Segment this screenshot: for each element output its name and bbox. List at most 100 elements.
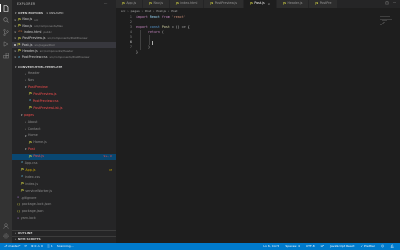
- file-item[interactable]: # index.css: [12, 175, 116, 181]
- editor-tab[interactable]: JS Post.js ×: [244, 0, 278, 8]
- file-item[interactable]: JS PostPreviewList.js: [12, 106, 116, 112]
- file-name: PostPreview.css: [32, 98, 59, 103]
- project-header[interactable]: ▾ CONVERT-HTML-TEMPLATE: [12, 65, 116, 70]
- close-icon[interactable]: ×: [268, 2, 271, 6]
- line-number: 2: [129, 20, 132, 24]
- npm-scripts-header[interactable]: › NPM SCRIPTS: [12, 236, 116, 241]
- more-actions-icon[interactable]: ···: [104, 2, 108, 6]
- file-item[interactable]: JS Post.js 9+, U: [12, 153, 116, 160]
- file-name: yarn.lock: [20, 216, 36, 221]
- more-actions-icon[interactable]: ···: [393, 2, 396, 6]
- editor-tab[interactable]: JS Nav.js: [143, 0, 171, 8]
- breadcrumb-item[interactable]: Post.js: [156, 9, 166, 13]
- editor-tab[interactable]: JS index.html: [170, 0, 205, 8]
- notifications-icon[interactable]: 🔔︎: [390, 245, 394, 248]
- file-item[interactable]: # PostPreview.css: [12, 99, 116, 105]
- folder-item[interactable]: › About: [12, 119, 116, 125]
- js-file-icon: JS: [18, 24, 21, 27]
- close-icon[interactable]: ×: [14, 37, 17, 40]
- language-mode[interactable]: JavaScript React: [330, 245, 354, 248]
- close-icon[interactable]: ×: [14, 24, 17, 28]
- js-file-icon: JS: [21, 168, 24, 172]
- open-editor-item[interactable]: × JS Nav.js src/components/Nav: [12, 23, 116, 29]
- folder-item[interactable]: ▾ Post: [12, 147, 116, 153]
- open-editor-item[interactable]: × JS Header.js src/components/Header: [12, 49, 116, 55]
- outline-label: OUTLINE: [17, 230, 33, 235]
- file-item[interactable]: {} package-lock.json: [12, 202, 116, 208]
- open-editor-item[interactable]: × # PostPreview.css src/components/PostPrev…: [12, 55, 116, 61]
- open-editor-item[interactable]: × JS Nav.js src: [12, 17, 116, 23]
- folder-item[interactable]: › Contact: [12, 126, 116, 132]
- file-item[interactable]: JS index.js: [12, 181, 116, 187]
- file-item[interactable]: JS App.js M: [12, 168, 116, 174]
- code-editor[interactable]: 1 2 3 4 5 6 7 import React from 'react' …: [116, 15, 400, 243]
- debug-icon[interactable]: [2, 40, 10, 48]
- breadcrumb-item[interactable]: Post: [171, 9, 177, 13]
- open-editor-item[interactable]: × JS PostPreview.js src/components/PostPrev…: [12, 36, 116, 42]
- editor-tab[interactable]: JS Header.js: [277, 0, 310, 8]
- chevron-right-icon: ›: [25, 71, 27, 76]
- editor-tab[interactable]: JS PostPre: [309, 0, 339, 8]
- file-item[interactable]: JS Home.js: [12, 140, 116, 146]
- close-icon[interactable]: ×: [14, 56, 17, 59]
- folder-item[interactable]: › Nav: [12, 78, 116, 84]
- code-line: return (: [148, 30, 164, 34]
- line-number: 1: [129, 15, 132, 19]
- file-name: Contact: [27, 126, 41, 131]
- close-icon[interactable]: ×: [14, 50, 17, 53]
- file-item[interactable]: ≡ .gitignore: [12, 195, 116, 201]
- editor-tab[interactable]: JS PostPreview.js: [204, 0, 245, 8]
- split-editor-icon[interactable]: ◫: [385, 2, 388, 6]
- close-icon[interactable]: ×: [14, 18, 17, 22]
- line-number: 4: [129, 30, 132, 34]
- breadcrumb-item[interactable]: src: [121, 9, 125, 13]
- js-file-icon: JS: [149, 1, 152, 5]
- code-line: }: [136, 50, 138, 54]
- info-status[interactable]: ⓘ 1: [47, 245, 53, 248]
- unsaved-dot-icon[interactable]: [14, 44, 16, 47]
- open-editor-item[interactable]: JS Post.js src/pages/Post: [12, 42, 116, 49]
- html-file-icon: <>: [18, 30, 23, 34]
- line-number: 7: [129, 45, 132, 49]
- folder-item[interactable]: ▾ pages: [12, 112, 116, 118]
- cursor-position[interactable]: Ln 6, Col 5: [263, 245, 279, 248]
- files-icon[interactable]: [0, 4, 10, 12]
- account-icon[interactable]: [2, 222, 10, 230]
- open-editors-label: OPEN EDITORS: [18, 11, 44, 15]
- branch-status[interactable]: ⎇ master*: [4, 245, 21, 248]
- editor-tab[interactable]: JS App.js: [116, 0, 144, 8]
- js-file-icon: JS: [18, 17, 21, 21]
- folder-item[interactable]: › Header: [12, 71, 116, 77]
- folder-item[interactable]: ▾ PostPreview: [12, 85, 116, 91]
- open-editor-path: src/components/PostPreview: [49, 55, 90, 60]
- open-editor-item[interactable]: × <> index.html public: [12, 30, 116, 36]
- source-control-icon[interactable]: [2, 28, 10, 36]
- prettier-status[interactable]: ✓ Prettier: [361, 245, 376, 248]
- open-editors-header[interactable]: ▾ OPEN EDITORS 1 UNSAVED: [12, 11, 116, 16]
- breadcrumb-item[interactable]: Post: [145, 9, 151, 13]
- breadcrumb-separator-icon: ›: [167, 8, 170, 13]
- file-name: Home.js: [33, 140, 47, 145]
- js-file-icon: JS: [283, 1, 286, 5]
- indentation-status[interactable]: Spaces: 4: [285, 245, 300, 248]
- eol-status[interactable]: LF: [321, 245, 324, 248]
- feedback-icon[interactable]: ☺: [381, 245, 384, 248]
- close-icon[interactable]: ×: [14, 31, 17, 34]
- file-item[interactable]: {} package.json: [12, 209, 116, 215]
- chevron-down-icon: ▾: [15, 11, 17, 15]
- search-icon[interactable]: [2, 16, 10, 24]
- file-item[interactable]: ≡ yarn.lock: [12, 216, 116, 222]
- breadcrumb-item[interactable]: pages: [131, 9, 140, 13]
- gear-icon[interactable]: [2, 232, 10, 240]
- file-item[interactable]: JS serviceWorker.js: [12, 188, 116, 194]
- encoding-status[interactable]: UTF-8: [306, 245, 315, 248]
- problems-status[interactable]: ⊗ 0 ⚠ 0: [31, 245, 43, 248]
- file-item[interactable]: # App.css: [12, 161, 116, 167]
- extensions-icon[interactable]: [2, 52, 10, 60]
- file-item[interactable]: JS PostPreview.js: [12, 92, 116, 98]
- outline-header[interactable]: › OUTLINE: [12, 230, 116, 235]
- folder-item[interactable]: ▾ Home: [12, 133, 116, 139]
- sync-icon[interactable]: ⟳: [25, 245, 28, 248]
- minimap[interactable]: [380, 15, 398, 35]
- code-line: ): [148, 45, 150, 49]
